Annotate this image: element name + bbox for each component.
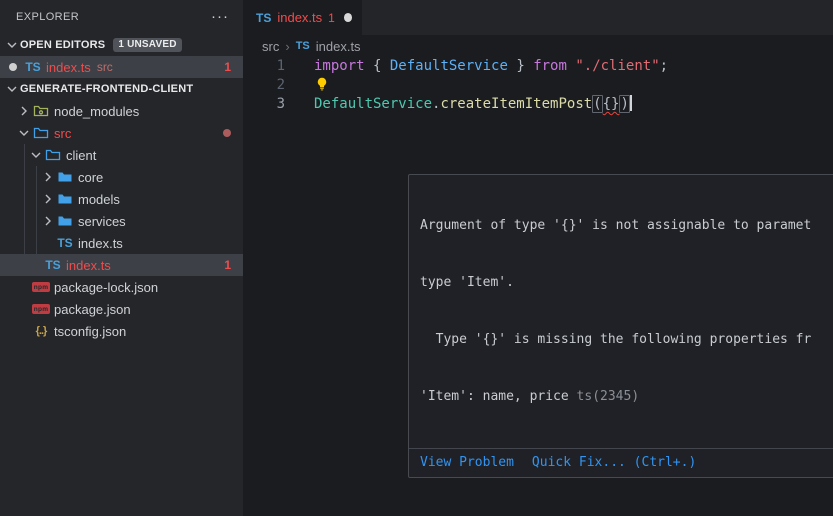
- tree-item-tsconfig[interactable]: {..} tsconfig.json: [0, 320, 243, 342]
- modified-dot-icon: [9, 63, 17, 71]
- folder-icon: [57, 191, 73, 207]
- open-editors-section-header[interactable]: OPEN EDITORS 1 UNSAVED: [0, 34, 243, 56]
- tree-item-label: index.ts: [66, 258, 111, 273]
- error-hover-tooltip: Argument of type '{}' is not assignable …: [408, 174, 833, 478]
- unsaved-dot-icon[interactable]: [344, 13, 352, 22]
- typescript-file-icon: TS: [45, 257, 61, 273]
- explorer-header: EXPLORER ···: [0, 0, 243, 34]
- tree-item-src[interactable]: src: [0, 122, 243, 144]
- error-message-line: Argument of type '{}' is not assignable …: [420, 216, 833, 235]
- chevron-right-icon: [16, 103, 32, 119]
- error-count-badge: 1: [224, 60, 231, 74]
- code-line-1[interactable]: 1 import { DefaultService } from "./clie…: [243, 57, 833, 76]
- line-number: 2: [243, 76, 285, 95]
- tree-item-label: models: [78, 192, 120, 207]
- node-modules-folder-icon: [33, 103, 49, 119]
- breadcrumb-folder[interactable]: src: [262, 39, 279, 54]
- tree-item-package-json[interactable]: npm package.json: [0, 298, 243, 320]
- chevron-right-icon: [40, 213, 56, 229]
- more-actions-icon[interactable]: ···: [211, 12, 229, 22]
- tree-item-models[interactable]: models: [0, 188, 243, 210]
- chevron-right-icon: [40, 191, 56, 207]
- typescript-file-icon: TS: [296, 40, 310, 52]
- breadcrumb-file[interactable]: index.ts: [316, 39, 361, 54]
- error-message-line: 'Item': name, price ts(2345): [420, 387, 833, 406]
- editor-pane: TS index.ts 1 src › TS index.ts 1 import…: [243, 0, 833, 516]
- tree-item-label: services: [78, 214, 126, 229]
- breadcrumb-separator-icon: ›: [285, 39, 289, 54]
- quick-fix-link[interactable]: Quick Fix... (Ctrl+.): [532, 453, 696, 472]
- npm-file-icon: npm: [33, 279, 49, 295]
- tree-item-label: index.ts: [78, 236, 123, 251]
- error-count-badge: 1: [224, 258, 231, 272]
- folder-open-icon: [45, 147, 61, 163]
- explorer-title-label: EXPLORER: [16, 11, 79, 23]
- json-file-icon: {..}: [33, 323, 49, 339]
- error-code-ref: ts(2345): [577, 389, 640, 404]
- tab-error-count: 1: [328, 11, 335, 25]
- tree-item-label: client: [66, 148, 96, 163]
- project-section-header[interactable]: GENERATE-FRONTEND-CLIENT: [0, 78, 243, 100]
- open-editor-filename: index.ts: [46, 60, 91, 75]
- folder-icon: [57, 213, 73, 229]
- tree-item-label: node_modules: [54, 104, 139, 119]
- tab-indexts[interactable]: TS index.ts 1: [243, 0, 362, 35]
- tree-item-src-indexts[interactable]: TS index.ts 1: [0, 254, 243, 276]
- chevron-right-icon: [40, 169, 56, 185]
- error-message: Argument of type '{}' is not assignable …: [409, 175, 833, 448]
- line-number: 1: [243, 57, 285, 76]
- text-cursor: [630, 95, 632, 111]
- code-area[interactable]: 1 import { DefaultService } from "./clie…: [243, 57, 833, 114]
- file-tree: node_modules src client: [0, 100, 243, 342]
- line-number: 3: [243, 95, 285, 114]
- tree-item-package-lock[interactable]: npm package-lock.json: [0, 276, 243, 298]
- typescript-file-icon: TS: [256, 11, 271, 25]
- code-line-2[interactable]: 2: [243, 76, 833, 95]
- open-editors-label: OPEN EDITORS: [20, 39, 105, 51]
- vscode-window: EXPLORER ··· OPEN EDITORS 1 UNSAVED TS i…: [0, 0, 833, 516]
- chevron-down-icon: [28, 147, 44, 163]
- tree-item-label: package-lock.json: [54, 280, 158, 295]
- breadcrumb: src › TS index.ts: [243, 35, 833, 57]
- tree-item-services[interactable]: services: [0, 210, 243, 232]
- folder-open-icon: [33, 125, 49, 141]
- folder-icon: [57, 169, 73, 185]
- tree-item-label: src: [54, 126, 71, 141]
- tree-item-node-modules[interactable]: node_modules: [0, 100, 243, 122]
- tree-item-client-indexts[interactable]: TS index.ts: [0, 232, 243, 254]
- code-line-3[interactable]: 3 DefaultService.createItemItemPost({}): [243, 95, 833, 114]
- tab-bar: TS index.ts 1: [243, 0, 833, 35]
- unsaved-count-badge: 1 UNSAVED: [113, 38, 181, 52]
- tree-item-label: package.json: [54, 302, 131, 317]
- folder-error-dot-icon: [223, 129, 231, 137]
- tree-item-label: tsconfig.json: [54, 324, 126, 339]
- tooltip-actions: View Problem Quick Fix... (Ctrl+.): [409, 448, 833, 477]
- tree-item-label: core: [78, 170, 103, 185]
- typescript-file-icon: TS: [57, 235, 73, 251]
- chevron-down-icon: [4, 81, 20, 97]
- explorer-sidebar: EXPLORER ··· OPEN EDITORS 1 UNSAVED TS i…: [0, 0, 243, 516]
- tree-item-core[interactable]: core: [0, 166, 243, 188]
- error-message-line: type 'Item'.: [420, 273, 833, 292]
- typescript-file-icon: TS: [25, 59, 41, 75]
- open-editor-path-hint: src: [97, 60, 113, 74]
- view-problem-link[interactable]: View Problem: [420, 453, 514, 472]
- chevron-down-icon: [16, 125, 32, 141]
- lightbulb-icon[interactable]: [314, 76, 330, 92]
- error-squiggle: {}: [603, 96, 620, 112]
- error-message-line: Type '{}' is missing the following prope…: [420, 330, 833, 349]
- open-editor-item-indexts[interactable]: TS index.ts src 1: [0, 56, 243, 78]
- tree-item-client[interactable]: client: [0, 144, 243, 166]
- npm-file-icon: npm: [33, 301, 49, 317]
- project-name-label: GENERATE-FRONTEND-CLIENT: [20, 83, 193, 95]
- chevron-down-icon: [4, 37, 20, 53]
- tab-label: index.ts: [277, 10, 322, 25]
